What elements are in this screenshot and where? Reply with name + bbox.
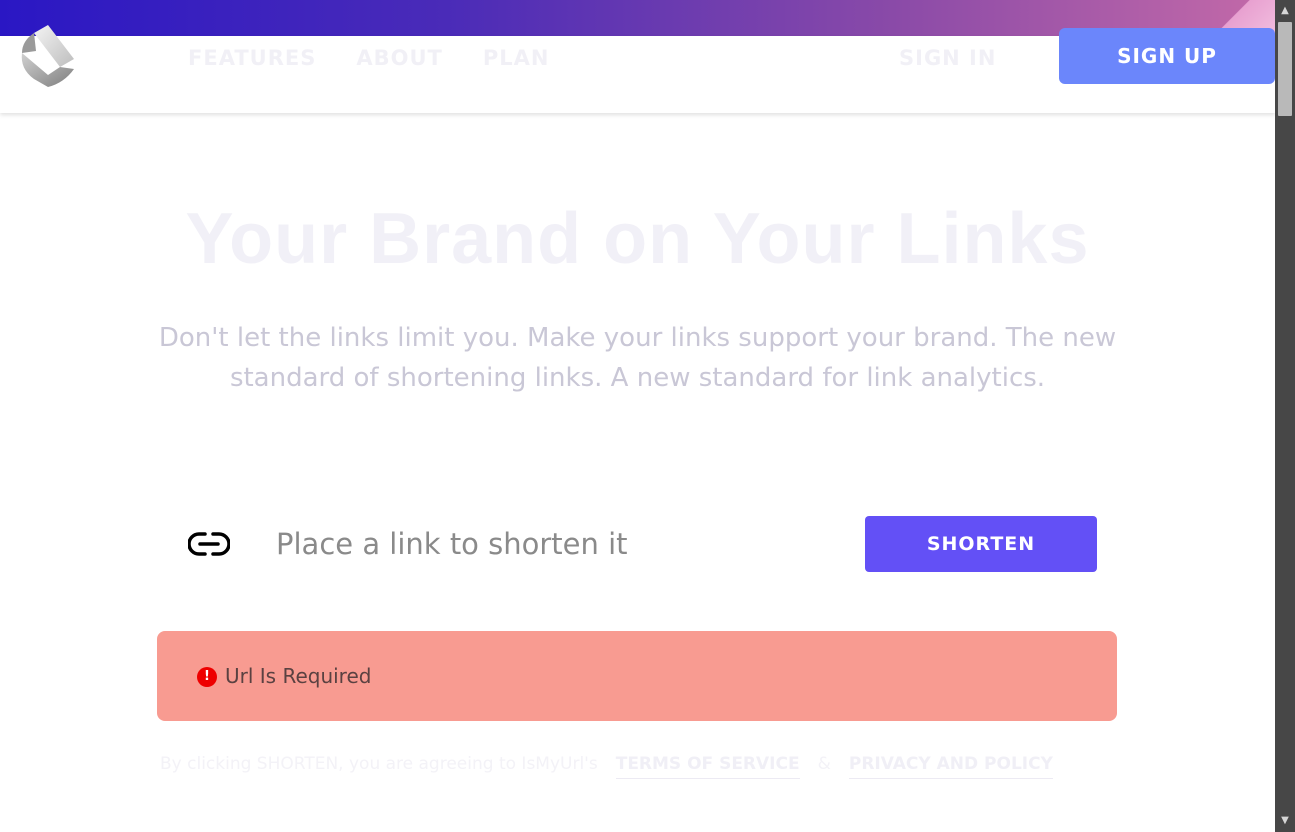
terms-lead-text: By clicking SHORTEN, you are agreeing to…	[160, 754, 598, 774]
sign-up-button[interactable]: SIGN UP	[1059, 28, 1275, 84]
shorten-button[interactable]: SHORTEN	[865, 516, 1097, 572]
nav-about[interactable]: ABOUT	[356, 46, 443, 70]
nav-plan[interactable]: PLAN	[483, 46, 550, 70]
hero-title: Your Brand on Your Links	[185, 199, 1090, 279]
scrollbar[interactable]: ▲ ▼	[1275, 0, 1295, 832]
scroll-down-arrow-icon[interactable]: ▼	[1275, 812, 1295, 832]
error-message: Url Is Required	[225, 664, 372, 688]
terms-notice: By clicking SHORTEN, you are agreeing to…	[160, 754, 1053, 779]
hero-subtitle: Don't let the links limit you. Make your…	[158, 323, 1117, 393]
url-input[interactable]	[266, 516, 846, 572]
terms-of-service-link[interactable]: TERMS OF SERVICE	[615, 754, 800, 779]
header: FEATURES ABOUT PLAN SIGN IN SIGN UP	[0, 25, 1275, 113]
terms-ampersand: &	[817, 754, 831, 774]
error-alert: ! Url Is Required	[157, 631, 1117, 721]
nav-features[interactable]: FEATURES	[188, 46, 316, 70]
scroll-up-arrow-icon[interactable]: ▲	[1275, 0, 1295, 20]
logo-icon[interactable]	[20, 25, 78, 87]
main-nav: FEATURES ABOUT PLAN	[188, 46, 549, 70]
sign-in-link[interactable]: SIGN IN	[899, 46, 996, 70]
link-icon	[188, 532, 230, 556]
page: FEATURES ABOUT PLAN SIGN IN SIGN UP ▲ ▼ …	[0, 0, 1295, 832]
privacy-policy-link[interactable]: PRIVACY AND POLICY	[848, 754, 1053, 779]
scrollbar-thumb[interactable]	[1278, 22, 1292, 116]
error-icon: !	[197, 667, 217, 687]
